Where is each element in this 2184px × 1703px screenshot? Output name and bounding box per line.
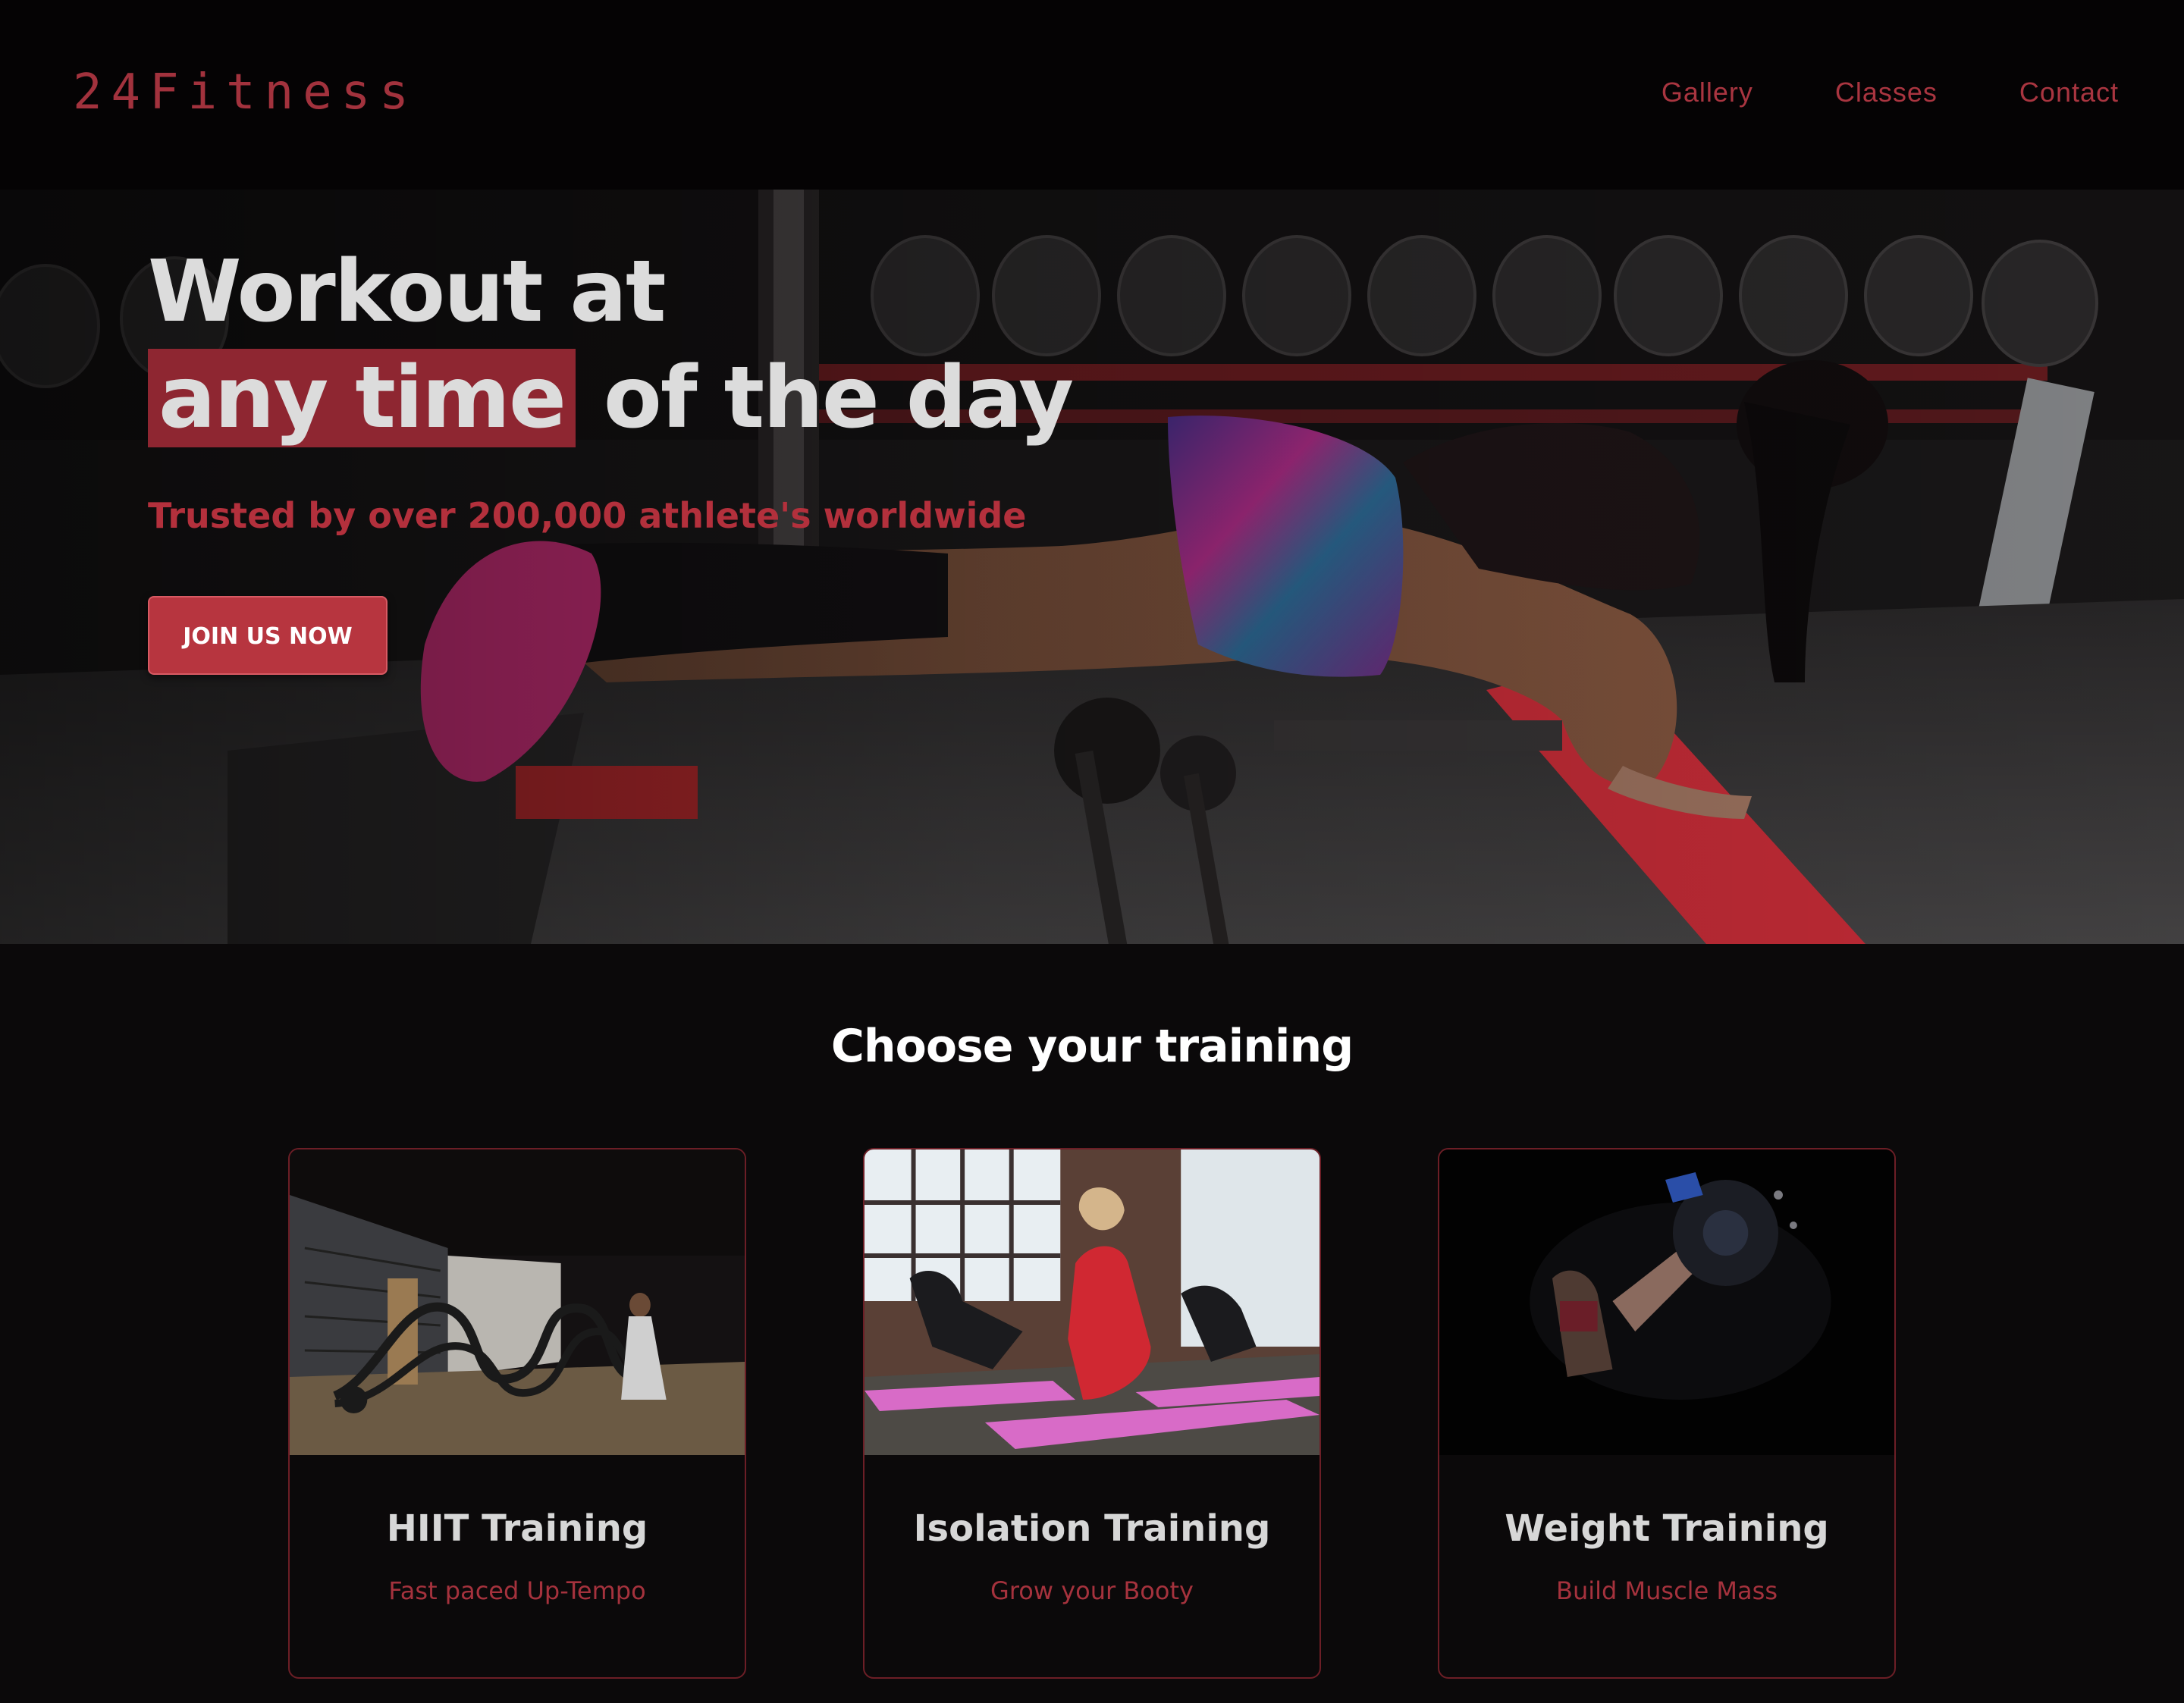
join-us-button[interactable]: JOIN US NOW (148, 596, 388, 675)
weight-training-image (1439, 1149, 1894, 1455)
site-header: 24Fitness Gallery Classes Contact (0, 0, 2184, 190)
isolation-training-image (864, 1149, 1320, 1455)
card-subtitle: Grow your Booty (990, 1576, 1194, 1605)
training-section-title: Choose your training (830, 1020, 1354, 1073)
hero-headline: Workout at any time of the day (148, 239, 1074, 451)
training-card-weight[interactable]: Weight Training Build Muscle Mass (1438, 1148, 1896, 1679)
hero-subtitle: Trusted by over 200,000 athlete's worldw… (148, 495, 1027, 536)
card-title: Weight Training (1505, 1507, 1829, 1550)
hero-section: Workout at any time of the day Trusted b… (0, 190, 2184, 944)
brand-logo[interactable]: 24Fitness (73, 62, 418, 123)
hiit-training-image (290, 1149, 745, 1455)
training-card-hiit[interactable]: HIIT Training Fast paced Up-Tempo (288, 1148, 746, 1679)
nav-link-contact[interactable]: Contact (2019, 70, 2119, 115)
card-title: HIIT Training (386, 1507, 648, 1550)
headline-highlight: any time (148, 349, 576, 447)
headline-line-1: Workout at (148, 243, 667, 341)
nav-link-classes[interactable]: Classes (1835, 70, 1938, 115)
main-nav: Gallery Classes Contact (1662, 70, 2119, 115)
nav-link-gallery[interactable]: Gallery (1662, 70, 1753, 115)
card-title: Isolation Training (913, 1507, 1271, 1550)
training-card-isolation[interactable]: Isolation Training Grow your Booty (863, 1148, 1321, 1679)
headline-rest: of the day (603, 349, 1074, 447)
card-subtitle: Fast paced Up-Tempo (388, 1576, 646, 1605)
card-subtitle: Build Muscle Mass (1556, 1576, 1778, 1605)
